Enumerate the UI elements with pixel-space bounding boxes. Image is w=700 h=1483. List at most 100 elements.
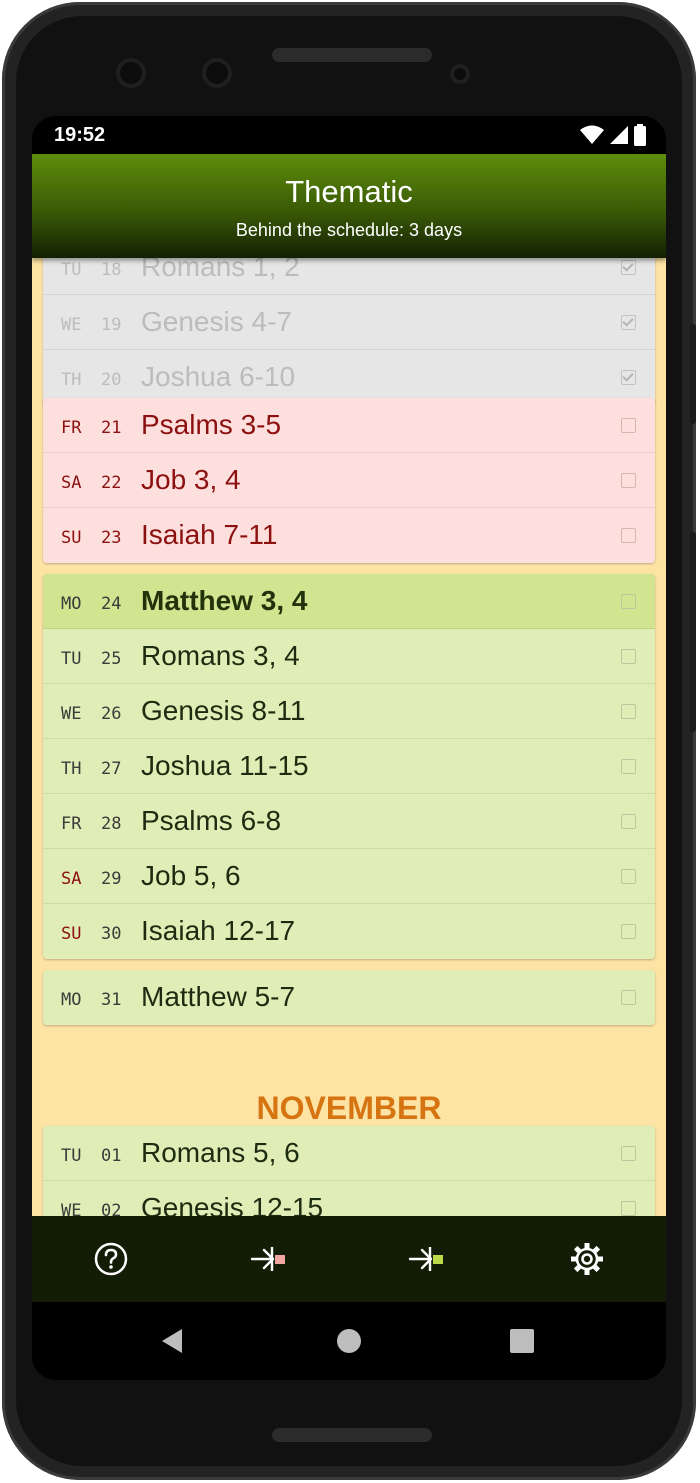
reading-row[interactable]: TU 25 Romans 3, 4	[43, 629, 655, 684]
reading-row[interactable]: WE 19 Genesis 4-7	[43, 295, 655, 350]
day-number: 31	[101, 990, 122, 1010]
reading-passage: Matthew 5-7	[141, 981, 296, 1012]
read-checkbox[interactable]	[621, 473, 636, 488]
reading-row[interactable]: FR 21 Psalms 3-5	[43, 398, 655, 453]
screen: 19:52 Thematic Behind the schedule: 3 da…	[32, 116, 666, 1380]
day-number: 19	[101, 315, 122, 335]
jump-to-behind-icon	[250, 1247, 285, 1271]
volume-button	[690, 532, 696, 732]
schedule-status: Behind the schedule: 3 days	[235, 220, 463, 240]
reading-passage: Matthew 3, 4	[141, 585, 308, 616]
reading-row[interactable]: TU 18 Romans 1, 2	[43, 258, 655, 295]
read-checkbox[interactable]	[621, 418, 636, 433]
bottom-toolbar	[32, 1216, 666, 1302]
reading-row[interactable]: TH 20 Joshua 6-10	[43, 350, 655, 405]
read-checkbox[interactable]	[621, 704, 636, 719]
day-number: 20	[101, 370, 122, 390]
status-bar: 19:52	[32, 116, 666, 154]
weekday-label: TU	[61, 260, 82, 280]
day-number: 26	[101, 704, 122, 724]
reading-row[interactable]: WE 02 Genesis 12-15	[43, 1181, 655, 1216]
jump-to-behind-button[interactable]	[230, 1229, 310, 1289]
weekday-label: TU	[61, 1146, 82, 1166]
weekday-label: FR	[61, 418, 82, 438]
weekday-label: WE	[61, 1201, 82, 1216]
read-checkbox[interactable]	[621, 990, 636, 1005]
read-checkbox[interactable]	[621, 594, 636, 609]
status-time: 19:52	[54, 124, 106, 146]
front-camera-lens	[116, 58, 146, 88]
power-button	[690, 324, 696, 424]
done-readings-group: TU 18 Romans 1, 2 WE 19 Genesis 4-7 TH 20 Joshua…	[43, 258, 655, 405]
cell-signal-icon	[610, 126, 628, 144]
reading-row[interactable]: TU 01 Romans 5, 6	[43, 1126, 655, 1181]
earpiece-speaker	[272, 48, 432, 62]
weekday-label: FR	[61, 814, 82, 834]
reading-passage: Job 5, 6	[141, 860, 241, 891]
reading-row[interactable]: SA 29 Job 5, 6	[43, 849, 655, 904]
reading-row[interactable]: TH 27 Joshua 11-15	[43, 739, 655, 794]
reading-passage: Romans 1, 2	[141, 258, 300, 282]
read-checkbox-checked[interactable]	[621, 370, 636, 385]
settings-button[interactable]	[547, 1229, 627, 1289]
reading-row[interactable]: WE 26 Genesis 8-11	[43, 684, 655, 739]
proximity-sensor	[450, 64, 470, 84]
read-checkbox-checked[interactable]	[621, 315, 636, 330]
reading-passage: Genesis 12-15	[141, 1192, 324, 1216]
system-nav-bar	[32, 1302, 666, 1380]
reading-row[interactable]: SA 22 Job 3, 4	[43, 453, 655, 508]
weekday-label: TU	[61, 649, 82, 669]
day-number: 30	[101, 924, 122, 944]
jump-to-today-button[interactable]	[388, 1229, 468, 1289]
weekday-label: TH	[61, 370, 82, 390]
read-checkbox[interactable]	[621, 1201, 636, 1216]
home-nav-icon[interactable]	[336, 1328, 362, 1354]
bottom-speaker	[272, 1428, 432, 1442]
reading-passage: Joshua 6-10	[141, 361, 296, 392]
reading-row[interactable]: SU 23 Isaiah 7-11	[43, 508, 655, 563]
weekday-label: SU	[61, 924, 82, 944]
read-checkbox[interactable]	[621, 1146, 636, 1161]
reading-passage: Isaiah 7-11	[141, 519, 278, 550]
week-readings-group: MO 31 Matthew 5-7	[43, 970, 655, 1025]
day-number: 23	[101, 528, 122, 548]
help-button[interactable]	[71, 1229, 151, 1289]
weekday-label: SA	[61, 869, 82, 889]
status-icons	[580, 124, 646, 146]
read-checkbox[interactable]	[621, 759, 636, 774]
reading-passage: Joshua 11-15	[141, 750, 309, 781]
day-number: 18	[101, 260, 122, 280]
weekday-label: WE	[61, 315, 82, 335]
reading-list[interactable]: TU 18 Romans 1, 2 WE 19 Genesis 4-7 TH 20 Joshua…	[32, 258, 666, 1216]
recents-nav-icon[interactable]	[510, 1329, 534, 1353]
week-readings-group: TU 01 Romans 5, 6 WE 02 Genesis 12-15	[43, 1126, 655, 1216]
day-number: 21	[101, 418, 122, 438]
reading-row[interactable]: MO 31 Matthew 5-7	[43, 970, 655, 1025]
read-checkbox[interactable]	[621, 814, 636, 829]
read-checkbox[interactable]	[621, 528, 636, 543]
day-number: 02	[101, 1201, 122, 1216]
plan-title: Thematic	[285, 174, 413, 209]
weekday-label: SU	[61, 528, 82, 548]
reading-row[interactable]: SU 30 Isaiah 12-17	[43, 904, 655, 959]
day-number: 25	[101, 649, 122, 669]
front-camera-lens	[202, 58, 232, 88]
reading-row-today[interactable]: MO 24 Matthew 3, 4	[43, 574, 655, 629]
reading-passage: Genesis 8-11	[141, 695, 306, 726]
read-checkbox-checked[interactable]	[621, 260, 636, 275]
read-checkbox[interactable]	[621, 649, 636, 664]
day-number: 27	[101, 759, 122, 779]
read-checkbox[interactable]	[621, 869, 636, 884]
app-bar: Thematic Behind the schedule: 3 days	[32, 154, 666, 258]
reading-passage: Psalms 3-5	[141, 409, 282, 440]
behind-readings-group: FR 21 Psalms 3-5 SA 22 Job 3, 4 SU 23 Isaiah 7-1…	[43, 398, 655, 563]
reading-row[interactable]: FR 28 Psalms 6-8	[43, 794, 655, 849]
settings-gear-icon	[570, 1243, 603, 1275]
reading-passage: Isaiah 12-17	[141, 915, 296, 946]
reading-passage: Genesis 4-7	[141, 306, 292, 337]
read-checkbox[interactable]	[621, 924, 636, 939]
back-nav-icon[interactable]	[160, 1328, 184, 1354]
day-number: 22	[101, 473, 122, 493]
day-number: 29	[101, 869, 122, 889]
weekday-label: TH	[61, 759, 82, 779]
